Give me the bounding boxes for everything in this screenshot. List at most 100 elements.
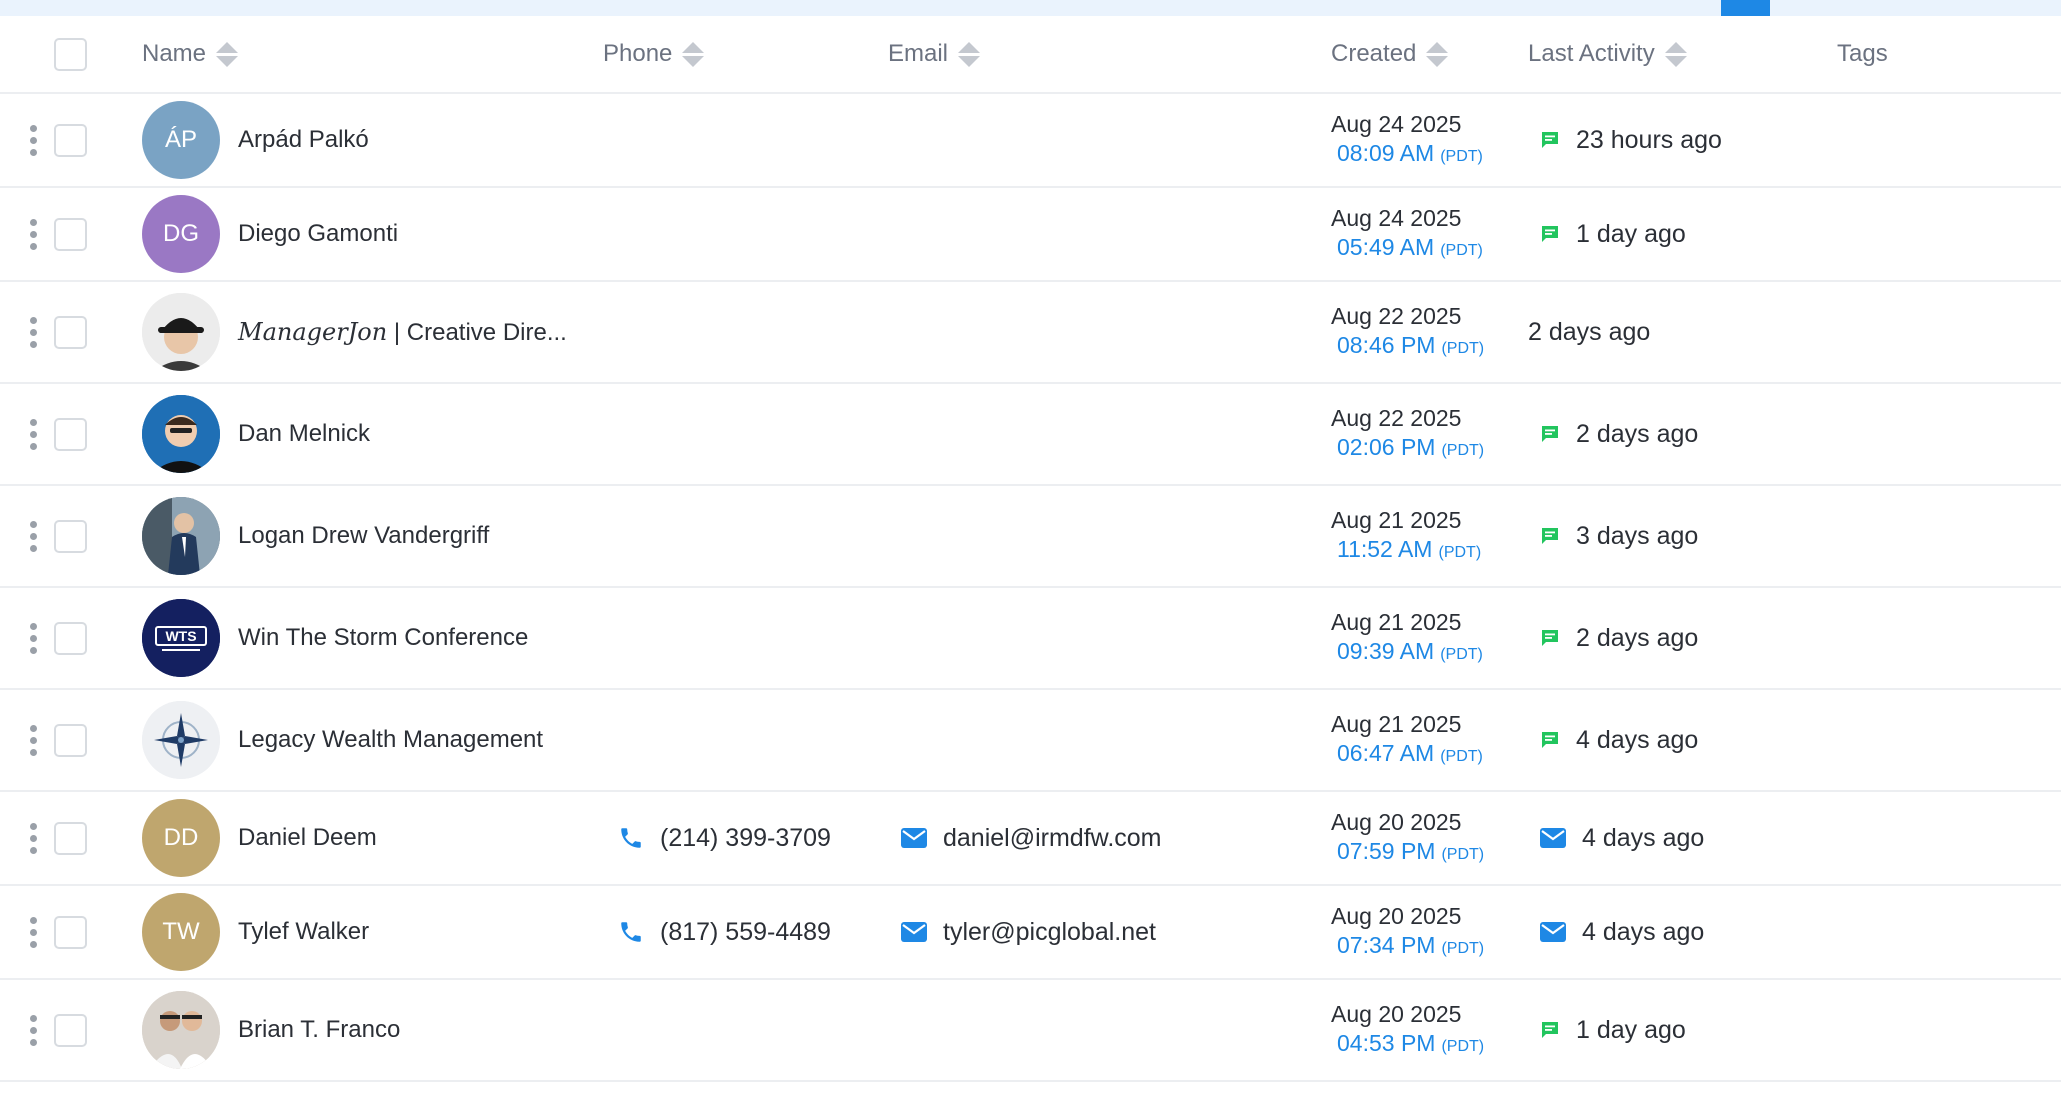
table-row[interactable]: Logan Drew Vandergriff Aug 21 2025 11:52 A… — [0, 486, 2061, 588]
sort-icon[interactable] — [958, 41, 981, 67]
table-row[interactable]: ManagerJon | Creative Dire... Aug 22 2025… — [0, 282, 2061, 384]
table-row[interactable]: Brian T. Franco Aug 20 2025 04:53 PM (PDT) 1… — [0, 980, 2061, 1082]
contact-name[interactable]: Tylef Walker — [238, 918, 369, 946]
drag-handle-cell[interactable] — [30, 792, 37, 884]
drag-handle-icon[interactable] — [30, 724, 37, 756]
name-cell[interactable]: DD Daniel Deem — [142, 792, 377, 884]
avatar[interactable] — [142, 497, 220, 575]
sort-icon[interactable] — [682, 41, 705, 67]
drag-handle-cell[interactable] — [30, 384, 37, 484]
table-row[interactable]: WTS Win The Storm Conference Aug 21 2025 09… — [0, 588, 2061, 690]
drag-handle-cell[interactable] — [30, 980, 37, 1080]
row-checkbox[interactable] — [54, 417, 87, 451]
row-checkbox[interactable] — [54, 123, 87, 157]
last-activity-cell[interactable]: 4 days ago — [1540, 792, 1704, 884]
row-checkbox[interactable] — [54, 621, 87, 655]
sort-icon[interactable] — [216, 41, 239, 67]
drag-handle-icon[interactable] — [30, 418, 37, 450]
last-activity-cell[interactable]: 4 days ago — [1540, 886, 1704, 978]
contact-name[interactable]: Legacy Wealth Management — [238, 726, 543, 754]
drag-handle-cell[interactable] — [30, 486, 37, 586]
last-activity-cell[interactable]: 2 days ago — [1540, 384, 1698, 484]
drag-handle-icon[interactable] — [30, 622, 37, 654]
row-checkbox[interactable] — [54, 315, 87, 349]
email-cell[interactable]: tyler@picglobal.net — [901, 886, 1156, 978]
name-cell[interactable]: Legacy Wealth Management — [142, 690, 543, 790]
drag-handle-cell[interactable] — [30, 690, 37, 790]
scroll-indicator[interactable] — [1721, 0, 1770, 16]
last-activity-cell[interactable]: 3 days ago — [1540, 486, 1698, 586]
drag-handle-icon[interactable] — [30, 822, 37, 854]
drag-handle-cell[interactable] — [30, 282, 37, 382]
avatar[interactable] — [142, 395, 220, 473]
avatar[interactable]: DG — [142, 195, 220, 273]
last-activity-cell[interactable]: 2 days ago — [1540, 588, 1698, 688]
contact-name[interactable]: Logan Drew Vandergriff — [238, 522, 489, 550]
contact-name[interactable]: Win The Storm Conference — [238, 624, 528, 652]
drag-handle-icon[interactable] — [30, 316, 37, 348]
avatar[interactable] — [142, 701, 220, 779]
avatar[interactable] — [142, 293, 220, 371]
last-activity-cell[interactable]: 4 days ago — [1540, 690, 1698, 790]
avatar[interactable]: WTS — [142, 599, 220, 677]
name-cell[interactable]: TW Tylef Walker — [142, 886, 369, 978]
contact-name[interactable]: Daniel Deem — [238, 824, 377, 852]
table-row[interactable]: Legacy Wealth Management Aug 21 2025 06:47… — [0, 690, 2061, 792]
row-checkbox[interactable] — [54, 821, 87, 855]
row-checkbox[interactable] — [54, 723, 87, 757]
contact-name[interactable]: Brian T. Franco — [238, 1016, 400, 1044]
sort-icon[interactable] — [1426, 41, 1449, 67]
drag-handle-icon[interactable] — [30, 124, 37, 156]
contact-name[interactable]: Arpád Palkó — [238, 126, 369, 154]
header-name[interactable]: Name — [142, 16, 239, 92]
phone-number[interactable]: (214) 399-3709 — [660, 824, 831, 853]
avatar[interactable]: TW — [142, 893, 220, 971]
header-last-activity[interactable]: Last Activity — [1528, 16, 1687, 92]
name-cell[interactable]: ÁP Arpád Palkó — [142, 94, 369, 186]
table-row[interactable]: Dan Melnick Aug 22 2025 02:06 PM (PDT) 2 day… — [0, 384, 2061, 486]
drag-handle-cell[interactable] — [30, 588, 37, 688]
drag-handle-cell[interactable] — [30, 188, 37, 280]
drag-handle-icon[interactable] — [30, 520, 37, 552]
phone-number[interactable]: (817) 559-4489 — [660, 918, 831, 947]
last-activity-cell[interactable]: 1 day ago — [1540, 188, 1686, 280]
table-row[interactable]: TW Tylef Walker (817) 559-4489 tyler@picglo… — [0, 886, 2061, 980]
row-checkbox[interactable] — [54, 217, 87, 251]
row-checkbox[interactable] — [54, 1013, 87, 1047]
contact-name[interactable]: Diego Gamonti — [238, 220, 398, 248]
last-activity-cell[interactable]: 1 day ago — [1540, 980, 1686, 1080]
avatar[interactable] — [142, 991, 220, 1069]
name-cell[interactable]: WTS Win The Storm Conference — [142, 588, 528, 688]
drag-handle-icon[interactable] — [30, 218, 37, 250]
name-cell[interactable]: DG Diego Gamonti — [142, 188, 398, 280]
avatar[interactable]: ÁP — [142, 101, 220, 179]
email-address[interactable]: daniel@irmdfw.com — [943, 824, 1162, 853]
table-row[interactable]: DG Diego Gamonti Aug 24 2025 05:49 AM (PDT) 1… — [0, 188, 2061, 282]
drag-handle-icon[interactable] — [30, 916, 37, 948]
phone-cell[interactable]: (214) 399-3709 — [618, 792, 831, 884]
sort-icon[interactable] — [1664, 41, 1687, 67]
name-cell[interactable]: ManagerJon | Creative Dire... — [142, 282, 567, 382]
contact-name[interactable]: Dan Melnick — [238, 420, 370, 448]
drag-handle-cell[interactable] — [30, 886, 37, 978]
name-cell[interactable]: Logan Drew Vandergriff — [142, 486, 489, 586]
avatar[interactable]: DD — [142, 799, 220, 877]
row-checkbox[interactable] — [54, 519, 87, 553]
contact-name[interactable]: ManagerJon | Creative Dire... — [238, 318, 567, 347]
email-address[interactable]: tyler@picglobal.net — [943, 918, 1156, 947]
email-cell[interactable]: daniel@irmdfw.com — [901, 792, 1162, 884]
header-email[interactable]: Email — [888, 16, 981, 92]
header-created[interactable]: Created — [1331, 16, 1449, 92]
row-checkbox[interactable] — [54, 915, 87, 949]
header-phone[interactable]: Phone — [603, 16, 705, 92]
name-cell[interactable]: Brian T. Franco — [142, 980, 400, 1080]
table-row[interactable]: ÁP Arpád Palkó Aug 24 2025 08:09 AM (PDT) 23 … — [0, 94, 2061, 188]
select-all-checkbox[interactable] — [54, 37, 87, 71]
last-activity-cell[interactable]: 2 days ago — [1528, 282, 1650, 382]
table-row[interactable]: DD Daniel Deem (214) 399-3709 daniel@irmdfw… — [0, 792, 2061, 886]
name-cell[interactable]: Dan Melnick — [142, 384, 370, 484]
phone-cell[interactable]: (817) 559-4489 — [618, 886, 831, 978]
last-activity-cell[interactable]: 23 hours ago — [1540, 94, 1722, 186]
drag-handle-cell[interactable] — [30, 94, 37, 186]
drag-handle-icon[interactable] — [30, 1014, 37, 1046]
